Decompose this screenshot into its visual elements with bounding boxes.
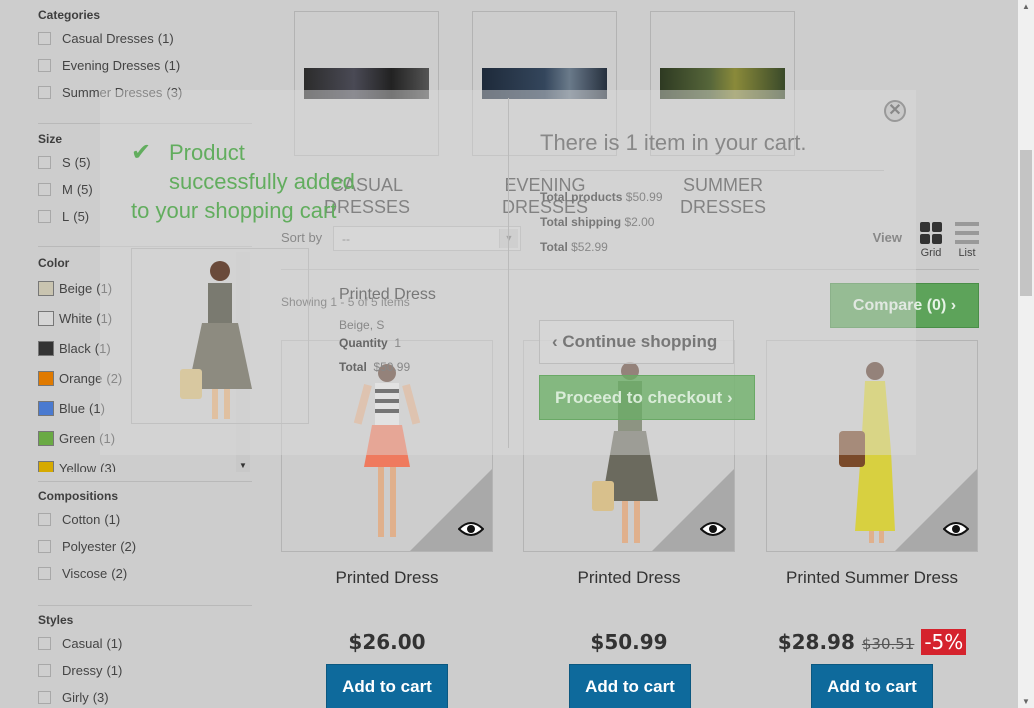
filter-casual[interactable]: Casual (1) <box>38 636 122 651</box>
view-list-button[interactable]: List <box>955 222 979 259</box>
filter-girly[interactable]: Girly (3) <box>38 690 109 705</box>
view-grid-button[interactable]: Grid <box>920 222 942 259</box>
old-price: $30.51 <box>861 635 915 653</box>
modal-divider <box>508 98 509 448</box>
filter-color-blue[interactable]: Blue (1) <box>38 401 105 416</box>
filter-cotton[interactable]: Cotton (1) <box>38 512 120 527</box>
modal-product-attributes: Beige, S <box>339 318 385 332</box>
checkbox[interactable] <box>38 567 51 580</box>
discount-badge: -5% <box>921 629 967 655</box>
product-name-1[interactable]: Printed Dress <box>267 568 507 588</box>
chevron-left-icon: ‹ <box>552 332 558 351</box>
swatch[interactable] <box>38 371 54 386</box>
chevron-down-icon[interactable]: ▼ <box>1022 697 1030 706</box>
filter-size-l[interactable]: L (5) <box>38 209 89 224</box>
chevron-right-icon: › <box>726 388 733 407</box>
close-icon[interactable]: ✕ <box>884 100 906 122</box>
filter-title-styles: Styles <box>38 613 74 627</box>
divider <box>38 605 252 606</box>
total-shipping: Total shipping $2.00 <box>540 215 655 229</box>
eye-icon[interactable] <box>458 521 484 537</box>
checkbox[interactable] <box>38 664 51 677</box>
list-icon <box>955 222 979 244</box>
product-name-3[interactable]: Printed Summer Dress <box>752 568 992 588</box>
filter-dressy[interactable]: Dressy (1) <box>38 663 122 678</box>
filter-evening-dresses[interactable]: Evening Dresses (1) <box>38 58 180 73</box>
product-corner <box>895 469 977 551</box>
chevron-down-icon[interactable]: ▼ <box>239 461 247 470</box>
scrollbar-thumb[interactable] <box>1020 150 1032 296</box>
checkbox[interactable] <box>38 513 51 526</box>
product-corner <box>652 469 734 551</box>
product-name-2[interactable]: Printed Dress <box>509 568 749 588</box>
checkbox[interactable] <box>38 59 51 72</box>
checkbox[interactable] <box>38 691 51 704</box>
modal-product-name: Printed Dress <box>339 286 436 303</box>
proceed-to-checkout-button[interactable]: Proceed to checkout › <box>539 375 755 420</box>
filter-title-color: Color <box>38 256 70 270</box>
checkbox[interactable] <box>38 210 51 223</box>
filter-color-yellow[interactable]: Yellow (3) <box>38 461 116 472</box>
grand-total: Total $52.99 <box>540 240 608 254</box>
add-to-cart-button-2[interactable]: Add to cart <box>569 664 691 708</box>
swatch[interactable] <box>38 281 54 296</box>
filter-size-s[interactable]: S (5) <box>38 155 91 170</box>
checkbox[interactable] <box>38 32 51 45</box>
page: Categories Casual Dresses (1) Evening Dre… <box>0 0 1018 708</box>
continue-shopping-button[interactable]: ‹ Continue shopping <box>539 320 734 364</box>
checkbox[interactable] <box>38 156 51 169</box>
swatch[interactable] <box>38 341 54 356</box>
chevron-up-icon[interactable]: ▲ <box>1022 2 1030 11</box>
page-scrollbar[interactable]: ▲ ▼ <box>1018 0 1034 708</box>
modal-quantity: Quantity 1 <box>339 336 402 350</box>
swatch[interactable] <box>38 401 54 416</box>
product-price-1: $26.00 <box>348 630 426 654</box>
product-corner <box>410 469 492 551</box>
product-price-2: $50.99 <box>590 630 668 654</box>
filter-viscose[interactable]: Viscose (2) <box>38 566 127 581</box>
checkbox[interactable] <box>38 637 51 650</box>
filter-title-compositions: Compositions <box>38 489 118 503</box>
filter-polyester[interactable]: Polyester (2) <box>38 539 136 554</box>
success-message: Product successfully added to your shopp… <box>131 140 355 223</box>
divider <box>38 481 252 482</box>
filter-size-m[interactable]: M (5) <box>38 182 93 197</box>
swatch[interactable] <box>38 461 54 472</box>
divider <box>540 170 884 171</box>
checkbox[interactable] <box>38 86 51 99</box>
grid-icon <box>920 222 942 244</box>
total-products: Total products $50.99 <box>540 190 663 204</box>
eye-icon[interactable] <box>943 521 969 537</box>
swatch[interactable] <box>38 311 54 326</box>
product-photo <box>180 261 252 419</box>
eye-icon[interactable] <box>700 521 726 537</box>
filter-casual-dresses[interactable]: Casual Dresses (1) <box>38 31 174 46</box>
swatch[interactable] <box>38 431 54 446</box>
filter-title-categories: Categories <box>38 8 101 22</box>
cart-confirmation-modal: ✕ ✔ Product successfully added to your s… <box>100 90 916 455</box>
checkbox[interactable] <box>38 540 51 553</box>
add-to-cart-button-1[interactable]: Add to cart <box>326 664 448 708</box>
modal-product-image <box>131 248 309 424</box>
modal-product-total: Total $50.99 <box>339 360 411 374</box>
filter-title-size: Size <box>38 132 63 146</box>
cart-title: There is 1 item in your cart. <box>540 130 807 155</box>
checkbox[interactable] <box>38 183 51 196</box>
product-price-3: $28.98 $30.51 -5% <box>752 629 992 655</box>
add-to-cart-button-3[interactable]: Add to cart <box>811 664 933 708</box>
chevron-right-icon: › <box>950 297 957 314</box>
